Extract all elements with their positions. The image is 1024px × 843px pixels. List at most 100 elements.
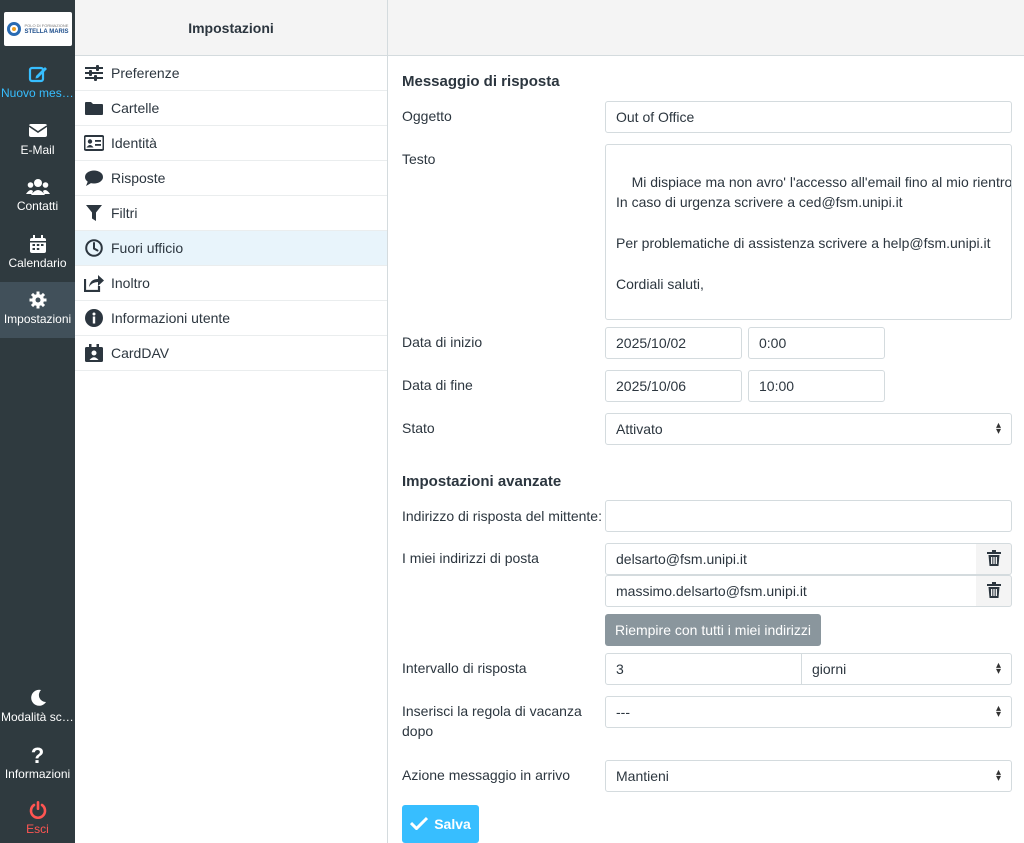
address-input[interactable]: delsarto@fsm.unipi.it bbox=[605, 543, 977, 575]
check-icon bbox=[410, 816, 429, 833]
nav-dark-mode[interactable]: Modalità scura bbox=[0, 680, 75, 736]
action-label: Azione messaggio in arrivo bbox=[402, 767, 571, 783]
id-card-icon bbox=[84, 134, 104, 152]
envelope-icon bbox=[0, 121, 75, 143]
address-value: massimo.delsarto@fsm.unipi.it bbox=[616, 583, 807, 599]
body-textarea[interactable]: Mi dispiace ma non avro' l'accesso all'e… bbox=[605, 144, 1012, 320]
info-icon bbox=[84, 309, 104, 327]
status-select[interactable]: Attivato ▴ ▾ bbox=[605, 413, 1012, 445]
start-time-input[interactable]: 0:00 bbox=[748, 327, 885, 359]
logo-big-text: STELLA MARIS bbox=[24, 29, 69, 35]
subject-input[interactable]: Out of Office bbox=[605, 101, 1012, 133]
nav-logout-label: Esci bbox=[26, 822, 49, 836]
start-time-value: 0:00 bbox=[759, 335, 787, 351]
users-icon bbox=[0, 177, 75, 199]
clock-icon bbox=[84, 239, 104, 257]
fill-all-addresses-button[interactable]: Riempire con tutti i miei indirizzi bbox=[605, 614, 821, 646]
address-value: delsarto@fsm.unipi.it bbox=[616, 551, 747, 567]
delete-address-button[interactable] bbox=[976, 543, 1012, 575]
start-date-value: 2025/10/02 bbox=[616, 335, 687, 351]
sort-caret-icon: ▴ ▾ bbox=[995, 420, 1001, 437]
settings-item-label: Cartelle bbox=[111, 100, 160, 116]
nav-compose[interactable]: Nuovo messaggio bbox=[0, 56, 75, 112]
nav-settings[interactable]: Impostazioni bbox=[0, 282, 75, 338]
settings-item-label: Fuori ufficio bbox=[111, 240, 184, 256]
nav-logout[interactable]: Esci bbox=[0, 792, 75, 843]
settings-item-label: Risposte bbox=[111, 170, 166, 186]
interval-unit-value: giorni bbox=[812, 661, 847, 677]
interval-input[interactable]: 3 bbox=[605, 653, 802, 685]
main-navigation: POLO DI FORMAZIONE STELLA MARIS Nuovo me… bbox=[0, 0, 75, 843]
nav-about-label: Informazioni bbox=[4, 767, 71, 781]
nav-about[interactable]: ? Informazioni bbox=[0, 737, 75, 793]
interval-value: 3 bbox=[616, 661, 624, 677]
settings-item-label: Preferenze bbox=[111, 65, 180, 81]
delete-address-button[interactable] bbox=[976, 575, 1012, 607]
comment-icon bbox=[84, 169, 104, 187]
settings-panel-title: Impostazioni bbox=[75, 0, 387, 56]
status-value: Attivato bbox=[616, 421, 663, 437]
nav-calendar[interactable]: Calendario bbox=[0, 226, 75, 282]
resize-handle-icon[interactable] bbox=[1002, 310, 1010, 318]
settings-item-label: CardDAV bbox=[111, 345, 170, 361]
end-date-value: 2025/10/06 bbox=[616, 378, 687, 394]
address-input[interactable]: massimo.delsarto@fsm.unipi.it bbox=[605, 575, 977, 607]
reply-to-label: Indirizzo di risposta del mittente: bbox=[402, 508, 602, 524]
end-time-value: 10:00 bbox=[759, 378, 795, 394]
logo-icon bbox=[7, 22, 22, 36]
question-icon: ? bbox=[30, 743, 45, 768]
start-date-input[interactable]: 2025/10/02 bbox=[605, 327, 742, 359]
action-value: Mantieni bbox=[616, 768, 669, 784]
sliders-icon bbox=[84, 64, 104, 82]
settings-item-folders[interactable]: Cartelle bbox=[75, 91, 387, 126]
interval-label: Intervallo di risposta bbox=[402, 660, 527, 676]
gear-icon bbox=[0, 290, 75, 312]
subject-label: Oggetto bbox=[402, 108, 452, 124]
moon-icon bbox=[0, 688, 75, 710]
logo[interactable]: POLO DI FORMAZIONE STELLA MARIS bbox=[4, 12, 72, 46]
body-value: Mi dispiace ma non avro' l'accesso all'e… bbox=[616, 173, 1012, 320]
address-book-icon bbox=[84, 344, 104, 362]
settings-item-user-info[interactable]: Informazioni utente bbox=[75, 301, 387, 336]
folder-icon bbox=[84, 99, 104, 117]
settings-item-identities[interactable]: Identità bbox=[75, 126, 387, 161]
settings-item-responses[interactable]: Risposte bbox=[75, 161, 387, 196]
settings-item-label: Informazioni utente bbox=[111, 310, 231, 326]
nav-contacts[interactable]: Contatti bbox=[0, 169, 75, 225]
compose-icon bbox=[0, 64, 75, 86]
end-time-input[interactable]: 10:00 bbox=[748, 370, 885, 402]
insert-after-value: --- bbox=[616, 704, 630, 720]
action-select[interactable]: Mantieni ▴ ▾ bbox=[605, 760, 1012, 792]
settings-item-out-of-office[interactable]: Fuori ufficio bbox=[75, 231, 387, 266]
settings-item-carddav[interactable]: CardDAV bbox=[75, 336, 387, 371]
nav-dark-mode-label: Modalità scura bbox=[1, 710, 75, 724]
my-addresses-label: I miei indirizzi di posta bbox=[402, 550, 539, 566]
content-header bbox=[388, 0, 1024, 56]
reply-to-input[interactable] bbox=[605, 500, 1012, 532]
subject-value: Out of Office bbox=[616, 109, 695, 125]
settings-item-label: Identità bbox=[111, 135, 157, 151]
status-label: Stato bbox=[402, 420, 435, 436]
save-button-label: Salva bbox=[434, 816, 471, 832]
power-icon bbox=[0, 800, 75, 822]
settings-item-filters[interactable]: Filtri bbox=[75, 196, 387, 231]
nav-mail[interactable]: E-Mail bbox=[0, 113, 75, 169]
interval-unit-select[interactable]: giorni ▴ ▾ bbox=[801, 653, 1012, 685]
section-advanced-settings: Impostazioni avanzate bbox=[402, 473, 562, 490]
trash-icon bbox=[986, 549, 1001, 569]
nav-contacts-label: Contatti bbox=[16, 199, 59, 213]
nav-mail-label: E-Mail bbox=[20, 143, 55, 157]
insert-after-select[interactable]: --- ▴ ▾ bbox=[605, 696, 1012, 728]
sort-caret-icon: ▴ ▾ bbox=[995, 703, 1001, 720]
filter-icon bbox=[84, 204, 104, 222]
calendar-icon bbox=[0, 234, 75, 256]
save-button[interactable]: Salva bbox=[402, 805, 479, 843]
section-reply-message: Messaggio di risposta bbox=[402, 73, 560, 90]
logo-small-text: POLO DI FORMAZIONE bbox=[24, 23, 69, 28]
settings-item-preferences[interactable]: Preferenze bbox=[75, 56, 387, 91]
share-icon bbox=[84, 274, 104, 292]
trash-icon bbox=[986, 581, 1001, 601]
insert-after-label: Inserisci la regola di vacanza dopo bbox=[402, 703, 582, 739]
end-date-input[interactable]: 2025/10/06 bbox=[605, 370, 742, 402]
settings-item-forwarding[interactable]: Inoltro bbox=[75, 266, 387, 301]
